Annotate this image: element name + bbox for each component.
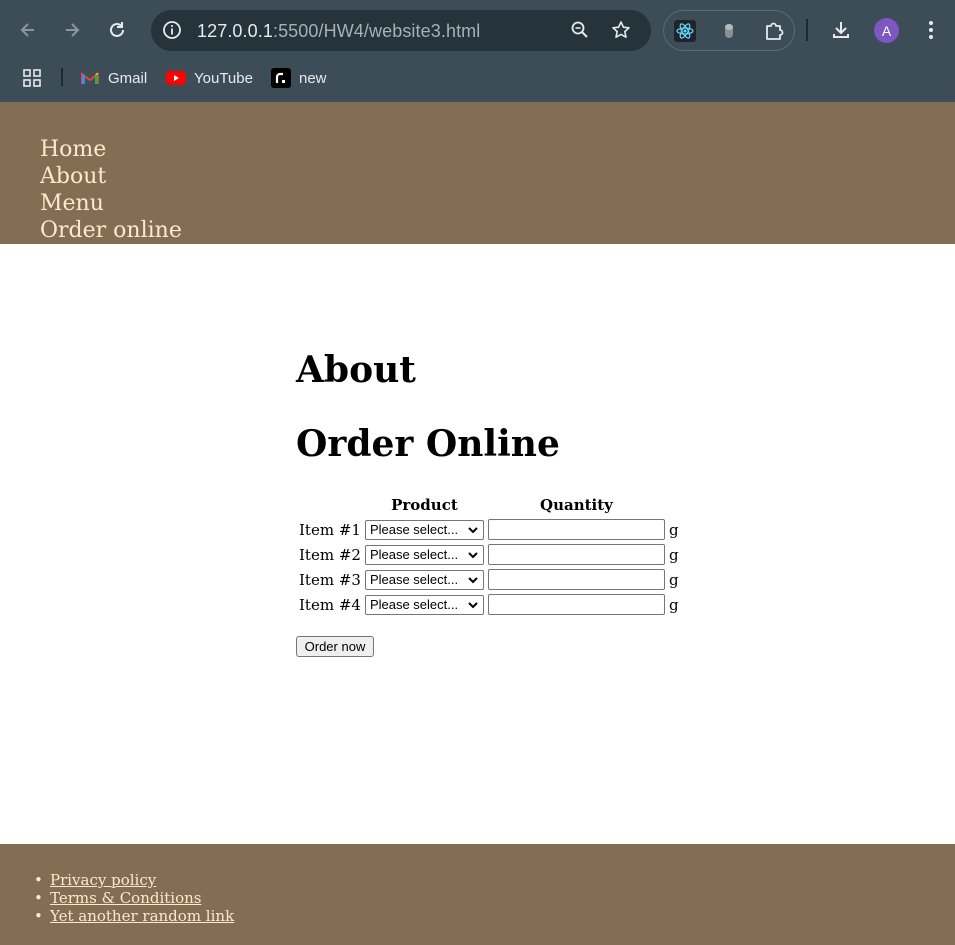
site-info-icon[interactable] <box>160 18 184 42</box>
quantity-input[interactable] <box>487 594 665 615</box>
item-label: Item #1 <box>299 520 361 539</box>
profile-avatar[interactable]: A <box>874 18 899 43</box>
download-icon <box>833 22 849 38</box>
reload-icon <box>110 22 124 37</box>
unit-label: g <box>668 595 679 614</box>
table-row: Item #3 Please select... g <box>298 568 680 591</box>
zoom-icon[interactable] <box>568 18 592 42</box>
footer-item: Yet another random link <box>32 907 234 925</box>
select-value: Please select... <box>369 571 459 587</box>
url-host: 127.0.0.1 <box>197 21 273 41</box>
bookmark-gmail[interactable]: Gmail <box>80 68 147 88</box>
address-bar[interactable]: 127.0.0.1:5500/HW4/website3.html <box>151 10 651 51</box>
react-devtools-icon[interactable] <box>673 19 697 43</box>
chevron-down-icon <box>468 526 478 533</box>
quantity-input[interactable] <box>487 569 665 590</box>
browser-chrome: 127.0.0.1:5500/HW4/website3.html A Gmail… <box>0 0 955 102</box>
nav-about[interactable]: About <box>40 163 182 190</box>
item-label: Item #2 <box>299 545 361 564</box>
url-text[interactable]: 127.0.0.1:5500/HW4/website3.html <box>197 21 480 42</box>
arrow-left-icon <box>20 23 34 37</box>
gmail-icon <box>80 68 100 88</box>
table-row: Item #4 Please select... g <box>298 593 680 616</box>
empty-header <box>298 494 362 516</box>
downloads-button[interactable] <box>825 14 857 46</box>
quantity-header: Quantity <box>540 496 613 514</box>
order-now-button[interactable]: Order now <box>296 636 374 657</box>
product-header: Product <box>391 496 458 514</box>
extensions-group <box>663 10 795 51</box>
chevron-down-icon <box>468 551 478 558</box>
chevron-down-icon <box>468 576 478 583</box>
bookmarks-divider <box>61 68 63 86</box>
bookmark-label: Gmail <box>108 69 148 87</box>
footer-item: Terms & Conditions <box>32 889 234 907</box>
unit-label: g <box>668 570 679 589</box>
toolbar-divider <box>806 19 808 41</box>
product-select[interactable]: Please select... <box>364 594 484 615</box>
site-header: Home About Menu Order online <box>0 102 955 244</box>
item-label: Item #3 <box>299 570 361 589</box>
url-path: :5500/HW4/website3.html <box>272 21 481 41</box>
footer-links: Privacy policy Terms & Conditions Yet an… <box>32 871 234 925</box>
select-value: Please select... <box>369 596 459 612</box>
site-nav: Home About Menu Order online <box>40 136 182 244</box>
order-table: Product Quantity Item #1 Please select..… <box>296 492 682 618</box>
table-header-row: Product Quantity <box>298 494 680 516</box>
item-label: Item #4 <box>299 595 361 614</box>
select-value: Please select... <box>369 546 459 562</box>
unit-header <box>668 494 680 516</box>
product-select[interactable]: Please select... <box>364 569 484 590</box>
extensions-puzzle-icon[interactable] <box>762 19 786 43</box>
about-heading: About <box>296 349 416 391</box>
more-vert-icon <box>929 21 933 39</box>
order-heading: Order Online <box>296 423 560 465</box>
bookmark-label: new <box>299 69 327 87</box>
unit-label: g <box>668 545 679 564</box>
bookmark-label: YouTube <box>194 69 253 87</box>
apps-grid-icon <box>23 69 41 87</box>
footer-item: Privacy policy <box>32 871 234 889</box>
bookmark-youtube[interactable]: YouTube <box>166 68 253 88</box>
random-link[interactable]: Yet another random link <box>50 907 234 925</box>
nav-order-online[interactable]: Order online <box>40 217 182 244</box>
table-row: Item #2 Please select... g <box>298 543 680 566</box>
privacy-policy-link[interactable]: Privacy policy <box>50 871 156 889</box>
bookmark-star-icon[interactable] <box>609 18 633 42</box>
apps-button[interactable] <box>22 68 42 88</box>
bookmarks-bar: Gmail YouTube new <box>0 60 955 102</box>
browser-menu-button[interactable] <box>915 14 947 46</box>
arrow-right-icon <box>66 23 80 37</box>
youtube-icon <box>166 68 186 88</box>
nav-menu[interactable]: Menu <box>40 190 182 217</box>
back-button[interactable] <box>12 14 44 46</box>
terms-link[interactable]: Terms & Conditions <box>50 889 201 907</box>
product-select[interactable]: Please select... <box>364 519 484 540</box>
quantity-input[interactable] <box>487 544 665 565</box>
render-icon <box>271 68 291 88</box>
extension-capsule-icon[interactable] <box>717 19 741 43</box>
select-value: Please select... <box>369 521 459 537</box>
unit-label: g <box>668 520 679 539</box>
nav-home[interactable]: Home <box>40 136 182 163</box>
forward-button[interactable] <box>56 14 88 46</box>
reload-button[interactable] <box>101 14 133 46</box>
browser-toolbar: 127.0.0.1:5500/HW4/website3.html A <box>0 0 955 60</box>
site-footer: Privacy policy Terms & Conditions Yet an… <box>0 844 955 945</box>
quantity-input[interactable] <box>487 519 665 540</box>
chevron-down-icon <box>468 601 478 608</box>
table-row: Item #1 Please select... g <box>298 518 680 541</box>
bookmark-new[interactable]: new <box>271 68 327 88</box>
product-select[interactable]: Please select... <box>364 544 484 565</box>
